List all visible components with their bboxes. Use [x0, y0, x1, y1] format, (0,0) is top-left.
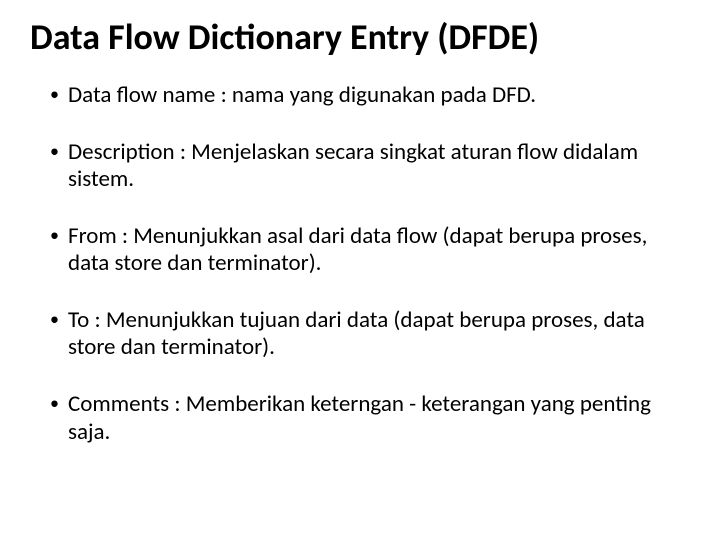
list-item: From : Menunjukkan asal dari data flow (… [50, 223, 690, 277]
list-item: Description : Menjelaskan secara singkat… [50, 139, 690, 193]
list-item: Data flow name : nama yang digunakan pad… [50, 82, 690, 109]
slide-title: Data Flow Dictionary Entry (DFDE) [30, 18, 690, 58]
list-item: To : Menunjukkan tujuan dari data (dapat… [50, 307, 690, 361]
bullet-list: Data flow name : nama yang digunakan pad… [30, 82, 690, 446]
list-item: Comments : Memberikan keterngan - ketera… [50, 391, 690, 445]
